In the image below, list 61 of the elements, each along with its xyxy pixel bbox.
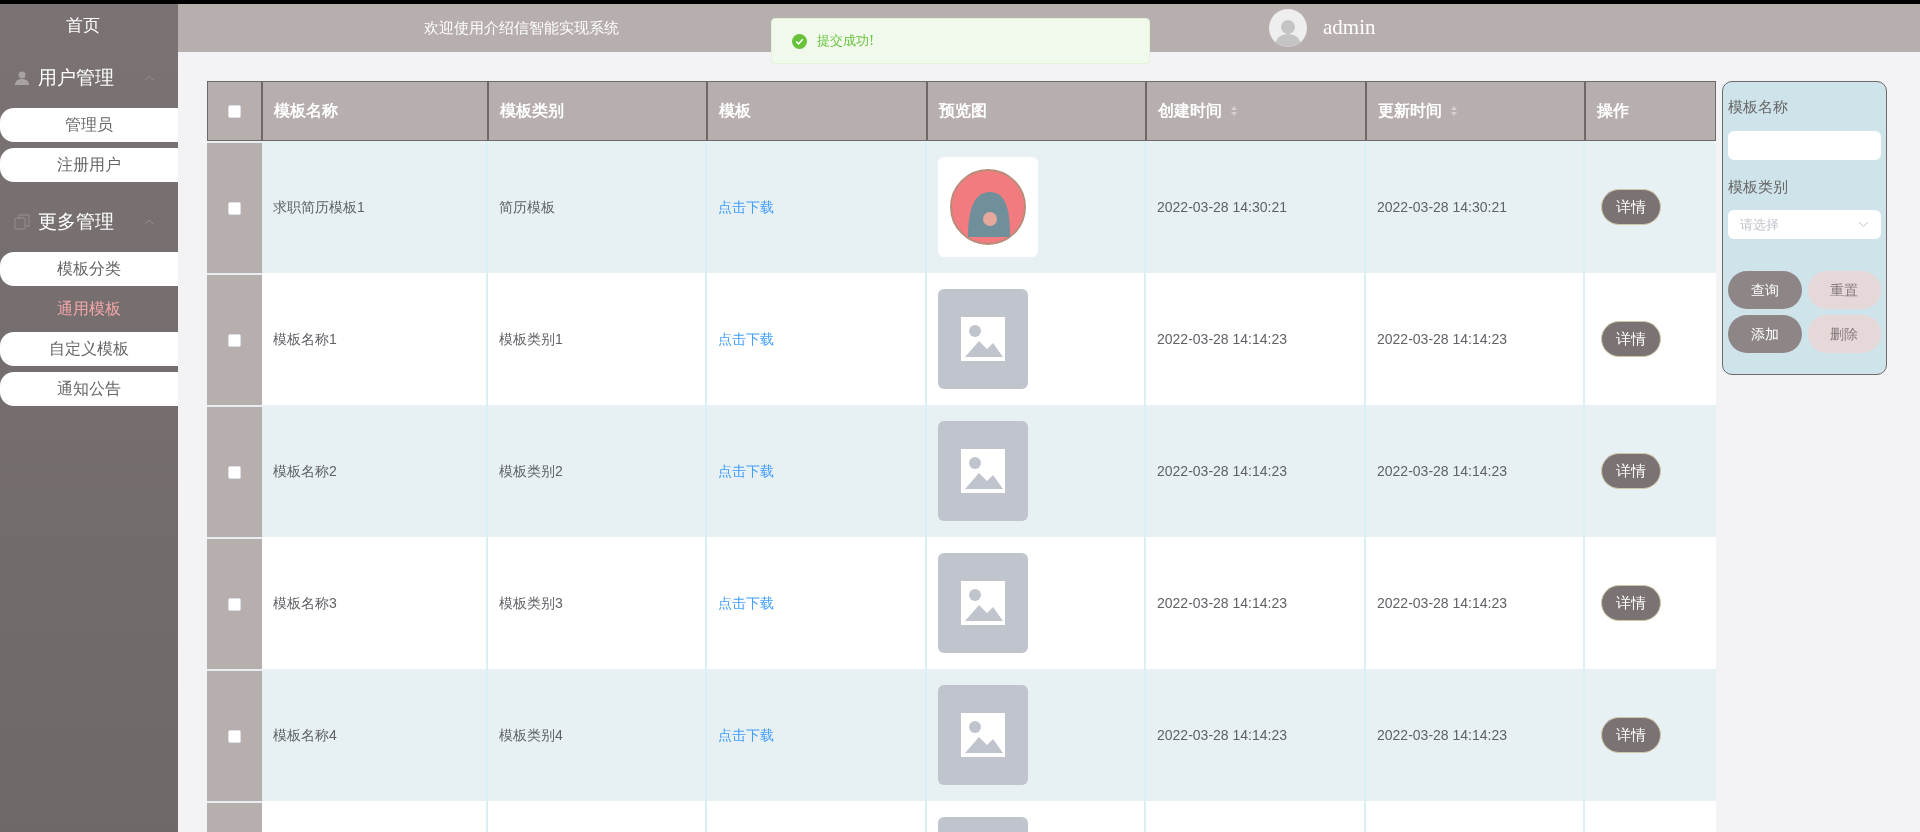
row-checkbox[interactable] xyxy=(228,333,241,347)
download-link[interactable]: 点击下载 xyxy=(718,196,774,218)
details-button[interactable]: 详情 xyxy=(1601,189,1661,225)
table-cell-text: 2022-03-28 14:30:21 xyxy=(1157,197,1287,217)
name-input-field[interactable] xyxy=(1728,130,1881,160)
menu-group-header[interactable]: 用户管理 xyxy=(0,48,178,108)
download-link[interactable]: 点击下载 xyxy=(718,328,774,350)
table-cell-text: 模板名称2 xyxy=(273,461,337,481)
field-label: 模板类别 xyxy=(1728,176,1789,197)
table-cell-text: 模板名称1 xyxy=(273,329,337,349)
table-cell-text: 2022-03-28 14:14:23 xyxy=(1157,593,1287,613)
download-link[interactable]: 点击下载 xyxy=(718,592,774,614)
details-button[interactable]: 详情 xyxy=(1601,321,1661,357)
sidebar-item[interactable]: 通知公告 xyxy=(0,372,178,406)
details-button[interactable]: 详情 xyxy=(1601,453,1661,489)
table-cell-text: 2022-03-28 14:14:23 xyxy=(1157,461,1287,481)
column-header: 操作 xyxy=(1595,101,1630,121)
table-cell-text: 2022-03-28 14:14:23 xyxy=(1377,329,1507,349)
check-circle-icon xyxy=(792,33,807,49)
chevron-down-icon xyxy=(1858,221,1869,228)
row-checkbox[interactable] xyxy=(228,201,241,215)
table-cell-text: 模板类别2 xyxy=(499,461,563,481)
sidebar-item[interactable]: 通用模板 xyxy=(0,292,178,326)
sidebar-item[interactable]: 模板分类 xyxy=(0,252,178,286)
system-title: 欢迎使用介绍信智能实现系统 xyxy=(424,17,619,39)
field-label: 模板名称 xyxy=(1728,97,1789,117)
row-checkbox[interactable] xyxy=(228,104,241,118)
details-button[interactable]: 详情 xyxy=(1601,717,1661,753)
user-icon xyxy=(14,70,30,86)
table-cell-text: 模板类别4 xyxy=(499,725,563,745)
download-link[interactable]: 点击下载 xyxy=(718,460,774,482)
details-button[interactable]: 详情 xyxy=(1601,585,1661,621)
table-cell-text: 简历模板 xyxy=(499,197,555,217)
avatar-icon[interactable] xyxy=(1269,9,1307,47)
toast-message: 提交成功! xyxy=(817,32,875,51)
panel-button[interactable]: 查询 xyxy=(1728,271,1802,309)
sort-icon[interactable] xyxy=(1450,105,1458,117)
menu-group-header[interactable]: 更多管理 xyxy=(0,192,178,252)
table-cell-text: 2022-03-28 14:14:23 xyxy=(1377,461,1507,481)
sidebar-item[interactable]: 自定义模板 xyxy=(0,332,178,366)
table-cell-text: 2022-03-28 14:14:23 xyxy=(1157,725,1287,745)
table-cell-text: 2022-03-28 14:14:23 xyxy=(1377,725,1507,745)
row-checkbox[interactable] xyxy=(228,465,241,479)
row-checkbox[interactable] xyxy=(228,597,241,611)
row-checkbox[interactable] xyxy=(228,729,241,743)
chevron-icon xyxy=(144,75,154,81)
table-cell-text: 模板类别1 xyxy=(499,329,563,349)
table-cell-text: 求职简历模板1 xyxy=(273,197,365,217)
download-link[interactable]: 点击下载 xyxy=(718,724,774,746)
table-cell-text: 2022-03-28 14:30:21 xyxy=(1377,197,1507,217)
table-cell-text: 2022-03-28 14:14:23 xyxy=(1157,329,1287,349)
table-cell-text: 模板类别3 xyxy=(499,593,563,613)
sidebar-item[interactable]: 注册用户 xyxy=(0,148,178,182)
sort-icon[interactable] xyxy=(1230,105,1238,117)
chevron-icon xyxy=(144,219,154,225)
sidebar-item[interactable]: 管理员 xyxy=(0,108,178,142)
table-cell-text: 模板名称4 xyxy=(273,725,337,745)
panel-button[interactable]: 添加 xyxy=(1728,315,1802,353)
table-cell-text: 2022-03-28 14:14:23 xyxy=(1377,593,1507,613)
table-cell-text: 模板名称3 xyxy=(273,593,337,613)
home-link[interactable]: 首页 xyxy=(0,4,178,48)
